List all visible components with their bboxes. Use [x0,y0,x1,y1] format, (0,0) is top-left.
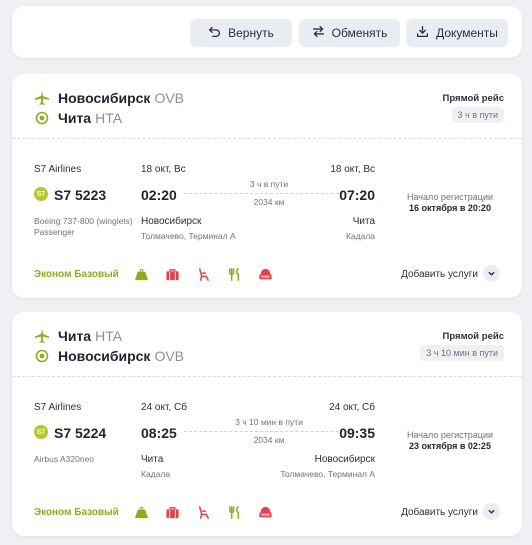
exchange-button[interactable]: Обменять [299,19,400,47]
destination-code: HTA [95,110,123,126]
route-origin: Новосибирск OVB [34,90,184,106]
aircraft-type: Airbus A320neo [34,454,95,464]
chevron-down-icon[interactable] [483,503,500,520]
segment-line [184,193,354,194]
documents-button-label: Документы [436,26,498,40]
origin-city: Чита [58,328,92,344]
divider [12,376,522,377]
checkin-info: Начало регистрации 23 октября в 02:25 [400,430,500,451]
return-button-label: Вернуть [228,26,274,40]
actions-toolbar: Вернуть Обменять Документы [12,6,522,58]
departure-city: Новосибирск [141,216,202,227]
destination-city: Новосибирск [58,348,151,364]
return-button[interactable]: Вернуть [190,19,292,47]
airline-name: S7 Airlines [34,164,82,175]
arrival-airport: Кадала [345,231,375,241]
arrival-airport: Толмачево, Терминал A [280,469,375,479]
meal-icon[interactable] [226,504,242,520]
direct-flight-label: Прямой рейс [442,331,504,342]
checkin-time: 23 октября в 02:25 [409,441,491,451]
arrival-city: Новосибирск [314,454,375,465]
destination-code: OVB [154,348,185,364]
segment-line [184,431,354,432]
route-destination: Чита HTA [34,110,122,126]
fare-name[interactable]: Эконом Базовый [34,507,119,518]
flight-card-outbound: Новосибирск OVB Чита HTA Прямой рейс 3 ч… [12,74,522,298]
checkin-label: Начало регистрации [406,430,494,440]
route-origin: Чита HTA [34,328,122,344]
flight-number: S7 5223 [54,187,107,203]
departure-time: 02:20 [141,187,177,203]
flight-card-return: Чита HTA Новосибирск OVB Прямой рейс 3 ч… [12,312,522,536]
arrival-time: 09:35 [339,425,375,441]
arrival-date: 24 окт, Сб [329,402,375,413]
segment-duration: 3 ч в пути [249,179,289,189]
departure-city: Чита [141,454,164,465]
add-services-link[interactable]: Добавить услуги [401,507,478,518]
departure-airport: Толмачево, Терминал A [141,231,236,241]
seat-icon[interactable] [195,266,211,282]
direct-flight-label: Прямой рейс [442,93,504,104]
origin-code: OVB [154,90,185,106]
segment-distance: 2034 км [253,435,285,445]
plane-takeoff-icon [34,328,50,344]
airline-logo: S7 [34,187,48,201]
destination-pin-icon [34,110,50,126]
plane-takeoff-icon [34,90,50,106]
swap-icon [312,25,325,41]
suitcase-icon[interactable] [164,504,180,520]
departure-date: 24 окт, Сб [141,402,187,413]
departure-time: 08:25 [141,425,177,441]
segment-info: 3 ч 10 мин в пути 2034 км [184,417,354,445]
suitcase-icon[interactable] [164,266,180,282]
fare-name[interactable]: Эконом Базовый [34,269,119,280]
destination-city: Чита [58,110,92,126]
chevron-down-icon[interactable] [483,265,500,282]
origin-city: Новосибирск [58,90,151,106]
route-destination: Новосибирск OVB [34,348,184,364]
undo-icon [208,25,221,41]
add-services-link[interactable]: Добавить услуги [401,269,478,280]
airline-logo: S7 [34,425,48,439]
meal-icon[interactable] [226,266,242,282]
segment-duration: 3 ч 10 мин в пути [235,417,303,427]
flight-header: Новосибирск OVB Чита HTA Прямой рейс 3 ч… [12,74,522,140]
seat-icon[interactable] [195,504,211,520]
comfort-seat-icon[interactable] [257,504,273,520]
airline-name: S7 Airlines [34,402,82,413]
comfort-seat-icon[interactable] [257,266,273,282]
destination-pin-icon [34,348,50,364]
download-icon [416,25,429,41]
flight-header: Чита HTA Новосибирск OVB Прямой рейс 3 ч… [12,312,522,378]
checkin-label: Начало регистрации [406,192,494,202]
baggage-weight-icon[interactable] [133,266,149,282]
segment-distance: 2034 км [253,197,285,207]
total-duration-badge: 3 ч 10 мин в пути [420,345,504,361]
flight-number: S7 5224 [54,425,107,441]
exchange-button-label: Обменять [331,26,388,40]
documents-button[interactable]: Документы [406,19,508,47]
origin-code: HTA [95,328,123,344]
checkin-time: 16 октября в 20:20 [409,203,491,213]
arrival-time: 07:20 [339,187,375,203]
baggage-weight-icon[interactable] [133,504,149,520]
checkin-info: Начало регистрации 16 октября в 20:20 [400,192,500,213]
arrival-date: 18 окт, Вс [330,164,375,175]
departure-airport: Кадала [141,469,171,479]
divider [12,138,522,139]
aircraft-type: Boeing 737-800 (winglets) Passenger [34,216,133,237]
departure-date: 18 окт, Вс [141,164,186,175]
arrival-city: Чита [352,216,375,227]
total-duration-badge: 3 ч в пути [451,107,504,123]
segment-info: 3 ч в пути 2034 км [184,179,354,207]
